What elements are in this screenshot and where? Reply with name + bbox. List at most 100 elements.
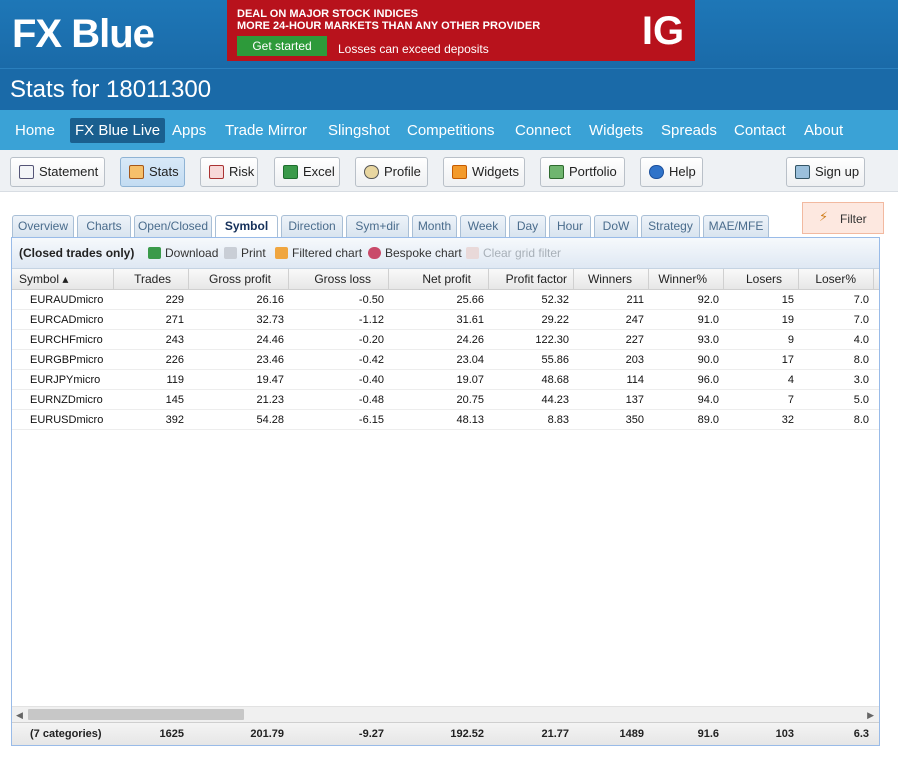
signup-button[interactable]: Sign up <box>786 157 865 187</box>
bespoke-chart-button[interactable]: Bespoke chart <box>368 238 462 269</box>
cell-winners: 114 <box>626 374 644 386</box>
nav-trade-mirror[interactable]: Trade Mirror <box>220 118 312 143</box>
nav-apps[interactable]: Apps <box>167 118 211 143</box>
title-bar: Stats for 18011300 <box>0 68 898 110</box>
column-header-losers[interactable]: Losers <box>724 269 799 290</box>
tab-mae-mfe[interactable]: MAE/MFE <box>703 215 769 237</box>
widgets-button[interactable]: Widgets <box>443 157 525 187</box>
tab-month[interactable]: Month <box>412 215 457 237</box>
cell-symbol: EURJPYmicro <box>30 374 101 386</box>
column-header-winner-pct[interactable]: Winner% <box>649 269 724 290</box>
nav-about[interactable]: About <box>799 118 848 143</box>
column-header-loser-pct[interactable]: Loser% <box>799 269 874 290</box>
main-nav: Home FX Blue Live Apps Trade Mirror Slin… <box>0 110 898 150</box>
tab-strategy[interactable]: Strategy <box>641 215 700 237</box>
column-header-trades[interactable]: Trades <box>114 269 189 290</box>
excel-button[interactable]: Excel <box>274 157 340 187</box>
cell-gross-profit: 19.47 <box>256 374 284 386</box>
table-row[interactable]: EURUSDmicro 392 54.28 -6.15 48.13 8.83 3… <box>12 410 879 430</box>
nav-slingshot[interactable]: Slingshot <box>323 118 395 143</box>
cell-losers: 32 <box>781 414 794 426</box>
cell-net-profit: 20.75 <box>456 394 484 406</box>
column-header-profit-factor[interactable]: Profit factor <box>489 269 574 290</box>
grid-header: Symbol ▴ Trades Gross profit Gross loss … <box>12 269 879 290</box>
site-header: FX Blue DEAL ON MAJOR STOCK INDICES MORE… <box>0 0 898 68</box>
profile-button[interactable]: Profile <box>355 157 428 187</box>
filtered-chart-button[interactable]: Filtered chart <box>275 238 362 269</box>
cell-winner-pct: 89.0 <box>697 414 719 426</box>
filter-label: Filter <box>840 212 867 226</box>
nav-contact[interactable]: Contact <box>729 118 791 143</box>
table-row[interactable]: EURNZDmicro 145 21.23 -0.48 20.75 44.23 … <box>12 390 879 410</box>
cell-net-profit: 23.04 <box>456 354 484 366</box>
column-header-gross-loss[interactable]: Gross loss <box>289 269 389 290</box>
ad-headline-1: DEAL ON MAJOR STOCK INDICES <box>237 8 419 20</box>
tab-dow[interactable]: DoW <box>594 215 638 237</box>
scroll-right-arrow-icon[interactable]: ▶ <box>867 709 874 721</box>
excel-icon <box>283 165 298 179</box>
scrollbar-thumb[interactable] <box>28 709 244 720</box>
cell-winner-pct: 91.0 <box>697 314 719 326</box>
bespoke-chart-label: Bespoke chart <box>385 246 462 260</box>
table-row[interactable]: EURJPYmicro 119 19.47 -0.40 19.07 48.68 … <box>12 370 879 390</box>
advertisement-banner[interactable]: DEAL ON MAJOR STOCK INDICES MORE 24-HOUR… <box>227 0 695 61</box>
clear-grid-filter-label: Clear grid filter <box>483 246 562 260</box>
ad-get-started-button[interactable]: Get started <box>237 36 327 56</box>
stats-button[interactable]: Stats <box>120 157 185 187</box>
tab-open-closed[interactable]: Open/Closed <box>134 215 212 237</box>
widgets-label: Widgets <box>472 164 519 179</box>
cell-winner-pct: 93.0 <box>697 334 719 346</box>
cell-symbol: EURGBPmicro <box>30 354 104 366</box>
table-row[interactable]: EURGBPmicro 226 23.46 -0.42 23.04 55.86 … <box>12 350 879 370</box>
column-header-symbol[interactable]: Symbol ▴ <box>12 269 114 290</box>
tab-week[interactable]: Week <box>460 215 506 237</box>
nav-competitions[interactable]: Competitions <box>402 118 500 143</box>
tab-direction[interactable]: Direction <box>281 215 343 237</box>
filter-button[interactable]: ⚡ Filter <box>802 202 884 234</box>
cell-winners: 137 <box>625 394 644 406</box>
clear-grid-filter-button[interactable]: Clear grid filter <box>466 238 561 269</box>
nav-connect[interactable]: Connect <box>510 118 576 143</box>
total-loser-pct: 6.3 <box>853 728 869 740</box>
tab-overview[interactable]: Overview <box>12 215 74 237</box>
statement-button[interactable]: Statement <box>10 157 105 187</box>
cell-losers: 9 <box>787 334 794 346</box>
download-button[interactable]: Download <box>148 238 218 269</box>
total-winners: 1489 <box>619 728 644 740</box>
excel-label: Excel <box>303 164 335 179</box>
risk-button[interactable]: Risk <box>200 157 258 187</box>
cell-losers: 4 <box>787 374 794 386</box>
table-row[interactable]: EURAUDmicro 229 26.16 -0.50 25.66 52.32 … <box>12 290 879 310</box>
nav-home[interactable]: Home <box>10 118 60 143</box>
tab-symbol[interactable]: Symbol <box>215 215 278 238</box>
tab-day[interactable]: Day <box>509 215 546 237</box>
portfolio-button[interactable]: Portfolio <box>540 157 625 187</box>
column-header-winners[interactable]: Winners <box>574 269 649 290</box>
print-label: Print <box>241 246 266 260</box>
cell-gross-profit: 21.23 <box>256 394 284 406</box>
tab-sym-dir[interactable]: Sym+dir <box>346 215 409 237</box>
cell-winners: 203 <box>625 354 644 366</box>
nav-widgets[interactable]: Widgets <box>584 118 648 143</box>
cell-symbol: EURNZDmicro <box>30 394 103 406</box>
nav-fx-blue-live[interactable]: FX Blue Live <box>70 118 166 143</box>
horizontal-scrollbar[interactable]: ◀ ▶ <box>12 706 879 722</box>
table-row[interactable]: EURCADmicro 271 32.73 -1.12 31.61 29.22 … <box>12 310 879 330</box>
scroll-left-arrow-icon[interactable]: ◀ <box>16 709 23 721</box>
print-button[interactable]: Print <box>224 238 266 269</box>
cell-losers: 19 <box>781 314 794 326</box>
table-row[interactable]: EURCHFmicro 243 24.46 -0.20 24.26 122.30… <box>12 330 879 350</box>
cell-loser-pct: 4.0 <box>853 334 869 346</box>
statement-label: Statement <box>39 164 99 179</box>
cell-net-profit: 25.66 <box>456 294 484 306</box>
fx-blue-logo[interactable]: FX Blue <box>12 12 155 56</box>
tab-charts[interactable]: Charts <box>77 215 131 237</box>
column-header-net-profit[interactable]: Net profit <box>389 269 489 290</box>
help-button[interactable]: Help <box>640 157 703 187</box>
column-header-gross-profit[interactable]: Gross profit <box>189 269 289 290</box>
total-trades: 1625 <box>159 728 184 740</box>
tab-hour[interactable]: Hour <box>549 215 591 237</box>
nav-spreads[interactable]: Spreads <box>656 118 722 143</box>
stats-label: Stats <box>149 164 179 179</box>
bar-chart-icon <box>129 165 144 179</box>
